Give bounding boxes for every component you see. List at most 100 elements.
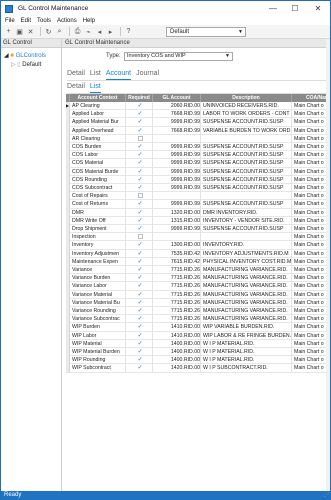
required-checkbox[interactable]: ✓ bbox=[126, 323, 153, 332]
minimize-button[interactable]: — bbox=[265, 1, 281, 16]
back-icon[interactable]: ◂ bbox=[95, 27, 104, 36]
cell-description[interactable]: DMR INVENTORY.RID. bbox=[201, 208, 292, 217]
tab-list[interactable]: List bbox=[90, 70, 101, 80]
cell-account-context[interactable]: Drop Shipment bbox=[70, 225, 126, 233]
required-checkbox[interactable]: ✓ bbox=[126, 356, 153, 365]
menu-actions[interactable]: Actions bbox=[57, 18, 77, 24]
cell-account-context[interactable]: AP Clearing bbox=[70, 102, 126, 110]
column-header-gl-account[interactable]: GL Account bbox=[153, 94, 201, 102]
cell-account-context[interactable]: DMR Write Off bbox=[70, 216, 126, 225]
cell-account-context[interactable]: WIP Material bbox=[70, 339, 126, 348]
required-checkbox[interactable]: ✓ bbox=[126, 110, 153, 119]
cell-gl-account[interactable]: 1400.RID.00 bbox=[153, 348, 201, 356]
cell-description[interactable]: W I P MATERIAL.RID. bbox=[201, 339, 292, 348]
cell-account-context[interactable]: COS Labor bbox=[70, 151, 126, 160]
table-row[interactable]: Variance Burden ✓ 7715.RID.26 MANUFACTURING… bbox=[66, 274, 330, 283]
cell-coa[interactable]: Main Chart o bbox=[292, 110, 330, 118]
cell-description[interactable] bbox=[201, 134, 292, 143]
required-checkbox[interactable]: ✓ bbox=[126, 274, 153, 283]
column-header-account-context[interactable]: Account Context bbox=[70, 94, 126, 102]
cell-gl-account[interactable]: 1410.RID.00 bbox=[153, 331, 201, 340]
table-row[interactable]: Cost of Repairs Main Chart o bbox=[66, 192, 330, 201]
help-icon[interactable]: ? bbox=[124, 27, 133, 36]
cell-description[interactable]: INVENTORY ADJUSTMENTS.RID.M bbox=[201, 249, 292, 258]
cell-gl-account[interactable]: 1300.RID.00 bbox=[153, 241, 201, 250]
required-checkbox[interactable]: ✓ bbox=[126, 102, 153, 110]
resize-grip-icon[interactable]: ⋰ bbox=[324, 491, 329, 500]
maximize-button[interactable]: ☐ bbox=[287, 1, 303, 16]
cell-gl-account[interactable]: 9999.RID.99 bbox=[153, 118, 201, 127]
cell-description[interactable]: W I P MATERIAL.RID. bbox=[201, 348, 292, 356]
cell-gl-account[interactable]: 1400.RID.00 bbox=[153, 356, 201, 365]
refresh-icon[interactable]: ↻ bbox=[44, 27, 53, 36]
table-row[interactable]: Drop Shipment ✓ 9999.RID.99 SUSPENSE ACCOUN… bbox=[66, 225, 330, 234]
cell-account-context[interactable]: Inventory Adjustmen bbox=[70, 249, 126, 258]
cell-gl-account[interactable]: 7715.RID.26 bbox=[153, 290, 201, 299]
cell-gl-account[interactable]: 7715.RID.26 bbox=[153, 307, 201, 315]
cell-gl-account[interactable]: 7615.RID.42 bbox=[153, 257, 201, 266]
cell-coa[interactable]: Main Chart o bbox=[292, 340, 330, 348]
cell-coa[interactable]: Main Chart o bbox=[292, 356, 330, 364]
required-checkbox[interactable]: ✓ bbox=[126, 364, 153, 373]
cell-description[interactable]: INVENTORY - VENDOR SITE.RID. bbox=[201, 216, 292, 225]
table-row[interactable]: ▶ AP Clearing ✓ 2060.RID.00 UNINVOICED RECEI… bbox=[66, 102, 330, 111]
cell-gl-account[interactable]: 9999.RID.99 bbox=[153, 167, 201, 176]
cell-description[interactable]: SUSPENSE ACCOUNT.RID.SUSP bbox=[201, 175, 292, 184]
table-row[interactable]: COS Burden ✓ 9999.RID.99 SUSPENSE ACCOUNT.R… bbox=[66, 143, 330, 152]
cell-coa[interactable]: Main Chart o bbox=[292, 151, 330, 159]
required-checkbox[interactable]: ✓ bbox=[126, 225, 153, 233]
cell-coa[interactable]: Main Chart o bbox=[292, 135, 330, 143]
cell-account-context[interactable]: WIP Material Burden bbox=[70, 348, 126, 356]
cell-account-context[interactable]: Inventory bbox=[70, 241, 126, 250]
cell-coa[interactable]: Main Chart o bbox=[292, 209, 330, 217]
cell-gl-account[interactable]: 9999.RID.99 bbox=[153, 200, 201, 209]
required-checkbox[interactable]: ✓ bbox=[126, 208, 153, 217]
column-header-description[interactable]: Description bbox=[201, 94, 292, 102]
cell-gl-account[interactable]: 9999.RID.99 bbox=[153, 175, 201, 184]
cell-account-context[interactable]: Inspection bbox=[70, 233, 126, 242]
table-row[interactable]: Applied Labor ✓ 7668.RID.99 LABOR TO WORK O… bbox=[66, 110, 330, 119]
cell-gl-account[interactable]: 7535.RID.42 bbox=[153, 249, 201, 258]
table-row[interactable]: COS Labor ✓ 9999.RID.99 SUSPENSE ACCOUNT.RI… bbox=[66, 151, 330, 160]
cell-coa[interactable]: Main Chart o bbox=[292, 241, 330, 249]
required-checkbox[interactable]: ✓ bbox=[126, 339, 153, 348]
cell-coa[interactable]: Main Chart o bbox=[292, 159, 330, 167]
subtab-list[interactable]: List bbox=[89, 83, 101, 93]
table-row[interactable]: Applied Overhead ✓ 7668.RID.99 VARIABLE BUR… bbox=[66, 126, 330, 135]
cell-coa[interactable]: Main Chart o bbox=[292, 307, 330, 315]
menu-help[interactable]: Help bbox=[83, 18, 95, 24]
table-row[interactable]: Variance Material Bu ✓ 7715.RID.26 MANUFACT… bbox=[66, 298, 330, 307]
cell-gl-account[interactable] bbox=[153, 134, 201, 143]
column-header-required[interactable]: Required bbox=[126, 94, 153, 102]
cell-account-context[interactable]: Variance Subcontrac bbox=[70, 315, 126, 324]
required-checkbox[interactable]: ✓ bbox=[126, 348, 153, 356]
required-checkbox[interactable]: ✓ bbox=[126, 184, 153, 192]
cell-account-context[interactable]: COS Rounding bbox=[70, 175, 126, 184]
table-row[interactable]: WIP Labor ✓ 1410.RID.00 WIP LABOR & RE FRIN… bbox=[66, 331, 330, 340]
cell-coa[interactable]: Main Chart o bbox=[292, 233, 330, 241]
cell-gl-account[interactable]: 9999.RID.99 bbox=[153, 151, 201, 160]
cell-coa[interactable]: Main Chart o bbox=[292, 332, 330, 340]
cell-coa[interactable]: Main Chart o bbox=[292, 266, 330, 274]
cell-gl-account[interactable]: 9999.RID.99 bbox=[153, 184, 201, 192]
close-button[interactable]: ✕ bbox=[310, 1, 326, 16]
tab-journal[interactable]: Journal bbox=[136, 70, 159, 80]
cell-description[interactable]: UNINVOICED RECEIVERS.RID. bbox=[201, 102, 292, 110]
cell-gl-account[interactable]: 7668.RID.99 bbox=[153, 126, 201, 135]
delete-icon[interactable]: ✕ bbox=[26, 27, 35, 36]
cell-description[interactable] bbox=[201, 192, 292, 201]
cell-description[interactable]: SUSPENSE ACCOUNT.RID.SUSP bbox=[201, 151, 292, 160]
cell-account-context[interactable]: WIP Subcontract bbox=[70, 364, 126, 373]
tab-detail[interactable]: Detail bbox=[67, 70, 85, 80]
cell-account-context[interactable]: COS Material Burde bbox=[70, 167, 126, 176]
cell-coa[interactable]: Main Chart o bbox=[292, 299, 330, 307]
required-checkbox[interactable]: ✓ bbox=[126, 290, 153, 299]
cell-description[interactable]: SUSPENSE ACCOUNT.RID.SUSP bbox=[201, 118, 292, 127]
cell-description[interactable]: LABOR TO WORK ORDERS - CONT bbox=[201, 110, 292, 119]
cell-description[interactable]: W I P MATERIAL.RID. bbox=[201, 356, 292, 365]
cell-description[interactable]: WIP VARIABLE BURDEN.RID. bbox=[201, 323, 292, 332]
cell-gl-account[interactable] bbox=[153, 192, 201, 201]
cell-account-context[interactable]: COS Material bbox=[70, 159, 126, 168]
cell-coa[interactable]: Main Chart o bbox=[292, 184, 330, 192]
cell-coa[interactable]: Main Chart o bbox=[292, 258, 330, 266]
